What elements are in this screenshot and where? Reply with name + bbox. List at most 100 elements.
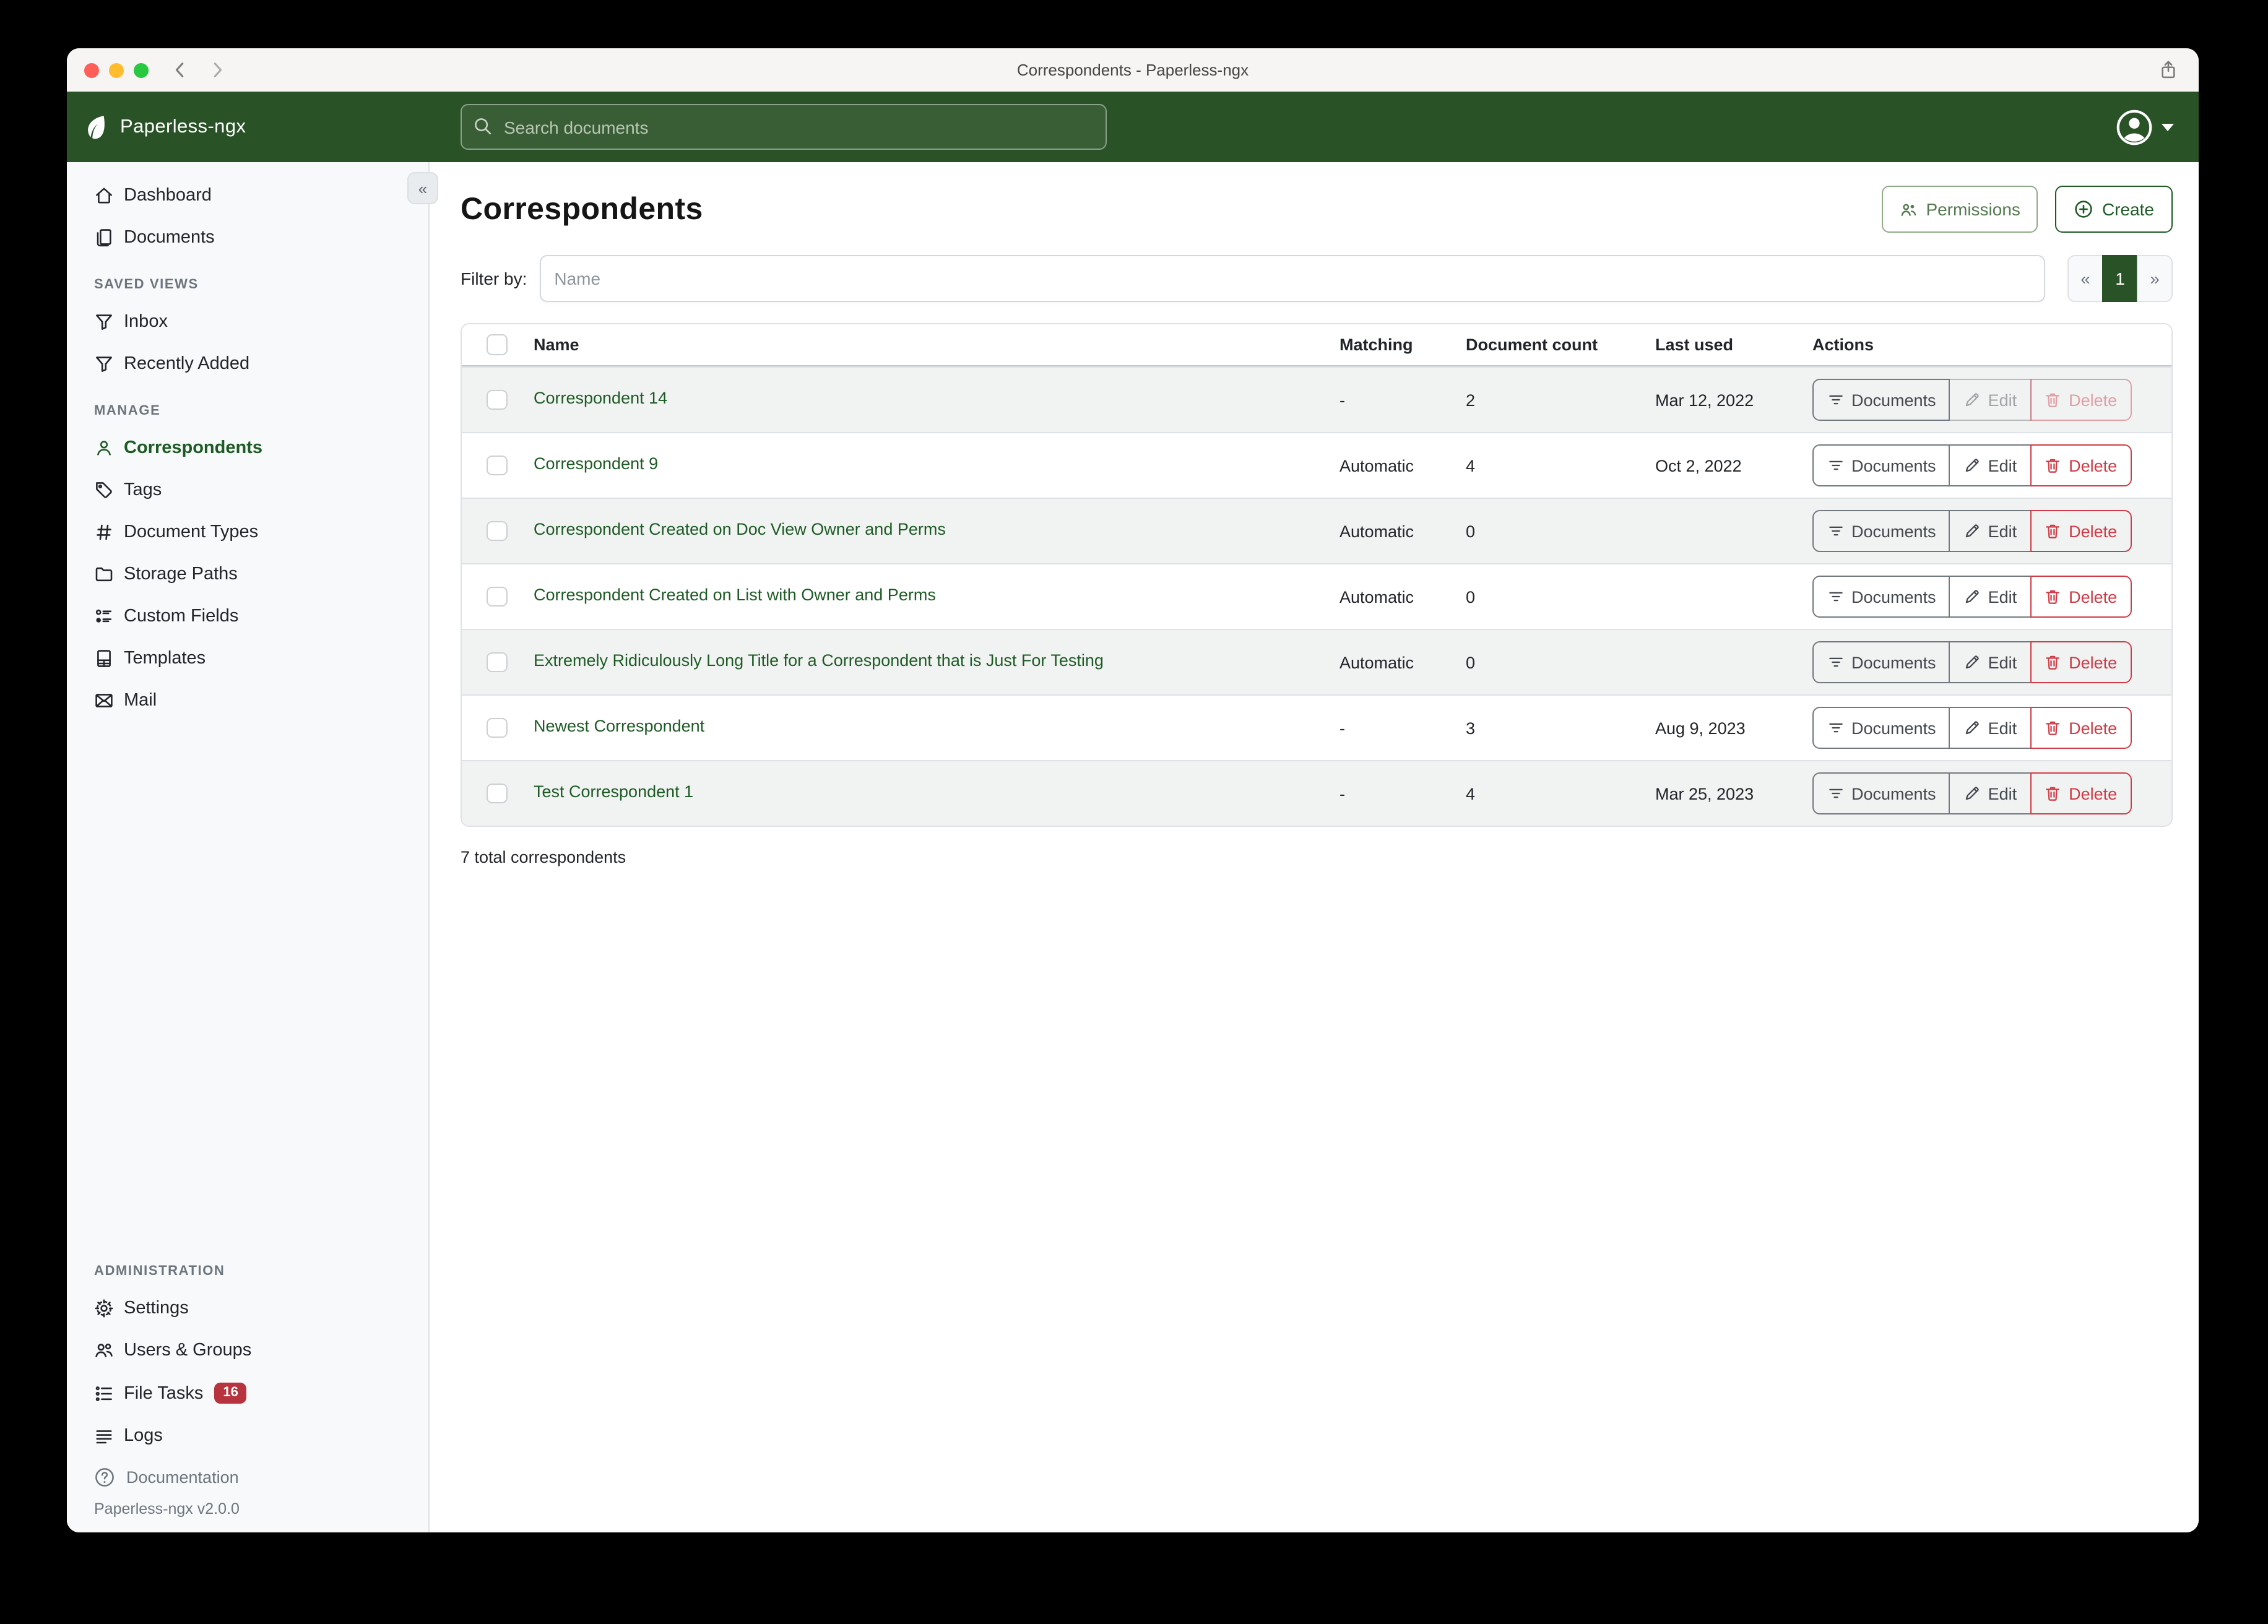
sidebar-spacer	[67, 722, 428, 1245]
last-used-cell: Mar 12, 2022	[1655, 391, 1812, 409]
logs-icon	[94, 1426, 114, 1446]
correspondent-name-link[interactable]: Test Correspondent 1	[534, 782, 693, 801]
search-input[interactable]	[461, 104, 1107, 150]
documents-button[interactable]: Documents	[1812, 707, 1950, 749]
documents-button[interactable]: Documents	[1812, 641, 1950, 683]
sidebar-item-tags[interactable]: Tags	[67, 469, 428, 511]
correspondent-name-link[interactable]: Correspondent Created on List with Owner…	[534, 585, 936, 604]
edit-button[interactable]: Edit	[1949, 641, 2032, 683]
filter-lines-icon	[1827, 654, 1844, 671]
back-button[interactable]	[171, 61, 189, 79]
pagination: « 1 »	[2067, 255, 2173, 302]
pagination-next-button[interactable]: »	[2137, 255, 2173, 302]
permissions-button[interactable]: Permissions	[1881, 186, 2038, 233]
delete-button[interactable]: Delete	[2030, 772, 2131, 814]
manage-heading: MANAGE	[67, 385, 428, 427]
zoom-button[interactable]	[134, 63, 149, 77]
sidebar-item-correspondents[interactable]: Correspondents	[67, 427, 428, 469]
pencil-icon	[1963, 391, 1981, 408]
sidebar-item-custom-fields[interactable]: Custom Fields	[67, 595, 428, 637]
row-checkbox[interactable]	[487, 587, 507, 607]
filter-lines-icon	[1827, 719, 1844, 736]
correspondent-name-link[interactable]: Correspondent 14	[534, 389, 667, 407]
sidebar-item-logs[interactable]: Logs	[67, 1415, 428, 1457]
pencil-icon	[1963, 522, 1981, 540]
sidebar-item-recently-added[interactable]: Recently Added	[67, 343, 428, 385]
select-all-checkbox[interactable]	[487, 335, 507, 355]
row-checkbox[interactable]	[487, 390, 507, 410]
file-tasks-count-badge: 16	[214, 1383, 247, 1404]
sidebar-item-file-tasks[interactable]: File Tasks 16	[67, 1371, 428, 1415]
edit-button[interactable]: Edit	[1949, 772, 2032, 814]
pencil-icon	[1963, 654, 1981, 671]
sidebar-item-templates[interactable]: Templates	[67, 637, 428, 680]
last-used-cell: Aug 9, 2023	[1655, 719, 1812, 737]
sidebar-item-dashboard[interactable]: Dashboard	[67, 175, 428, 217]
document-count-cell: 0	[1466, 653, 1655, 672]
correspondent-name-link[interactable]: Extremely Ridiculously Long Title for a …	[534, 651, 1104, 670]
sidebar-item-documents[interactable]: Documents	[67, 217, 428, 259]
close-button[interactable]	[84, 63, 99, 77]
matching-cell: -	[1340, 391, 1466, 409]
pagination-page-1-button[interactable]: 1	[2102, 255, 2138, 302]
filter-lines-icon	[1827, 522, 1844, 540]
pencil-icon	[1963, 457, 1981, 474]
screen: Correspondents - Paperless-ngx Paperless…	[0, 0, 2268, 1624]
documents-button[interactable]: Documents	[1812, 772, 1950, 814]
table-header-row: Name Matching Document count Last used A…	[462, 324, 2171, 366]
row-checkbox[interactable]	[487, 652, 507, 673]
documentation-link[interactable]: Documentation	[67, 1457, 428, 1493]
pagination-prev-button[interactable]: «	[2067, 255, 2103, 302]
sidebar-item-users-groups[interactable]: Users & Groups	[67, 1329, 428, 1371]
correspondent-name-link[interactable]: Correspondent 9	[534, 454, 658, 473]
delete-button[interactable]: Delete	[2030, 510, 2131, 552]
documents-button[interactable]: Documents	[1812, 576, 1950, 618]
edit-button[interactable]: Edit	[1949, 576, 2032, 618]
edit-button[interactable]: Edit	[1949, 707, 2032, 749]
delete-button[interactable]: Delete	[2030, 641, 2131, 683]
column-header-actions: Actions	[1812, 335, 2171, 354]
row-checkbox[interactable]	[487, 521, 507, 542]
correspondent-name-link[interactable]: Newest Correspondent	[534, 717, 704, 735]
matching-cell: Automatic	[1340, 522, 1466, 540]
matching-cell: Automatic	[1340, 653, 1466, 672]
app-header: Paperless-ngx	[67, 92, 2199, 162]
sidebar-item-settings[interactable]: Settings	[67, 1287, 428, 1329]
documents-button[interactable]: Documents	[1812, 444, 1950, 486]
delete-button[interactable]: Delete	[2030, 576, 2131, 618]
gear-icon	[94, 1298, 114, 1318]
sidebar-collapse-button[interactable]: «	[407, 172, 438, 204]
row-checkbox[interactable]	[487, 718, 507, 738]
minimize-button[interactable]	[109, 63, 124, 77]
matching-cell: Automatic	[1340, 456, 1466, 475]
sidebar: « Dashboard Documents SAVED VIEWS Inbox …	[67, 162, 430, 1532]
share-icon[interactable]	[2158, 59, 2179, 80]
delete-button[interactable]: Delete	[2030, 444, 2131, 486]
delete-button[interactable]: Delete	[2030, 707, 2131, 749]
row-checkbox[interactable]	[487, 456, 507, 476]
titlebar: Correspondents - Paperless-ngx	[67, 48, 2199, 92]
brand[interactable]: Paperless-ngx	[67, 114, 446, 140]
last-used-cell: Oct 2, 2022	[1655, 456, 1812, 475]
sidebar-item-mail[interactable]: Mail	[67, 680, 428, 722]
filter-name-input[interactable]	[539, 255, 2045, 302]
user-avatar-icon	[2116, 108, 2153, 145]
page-title: Correspondents	[461, 191, 703, 227]
filter-lines-icon	[1827, 457, 1844, 474]
trash-icon	[2044, 785, 2061, 802]
documents-button[interactable]: Documents	[1812, 510, 1950, 552]
user-menu[interactable]	[2116, 108, 2174, 145]
row-checkbox[interactable]	[487, 784, 507, 804]
create-button[interactable]: Create	[2055, 186, 2173, 233]
sidebar-item-inbox[interactable]: Inbox	[67, 301, 428, 343]
correspondent-name-link[interactable]: Correspondent Created on Doc View Owner …	[534, 520, 946, 538]
last-used-cell: Mar 25, 2023	[1655, 784, 1812, 803]
pencil-icon	[1963, 785, 1981, 802]
table-row: Extremely Ridiculously Long Title for a …	[462, 629, 2171, 694]
sidebar-item-document-types[interactable]: Document Types	[67, 511, 428, 553]
edit-button[interactable]: Edit	[1949, 510, 2032, 552]
forward-button[interactable]	[208, 61, 227, 79]
edit-button[interactable]: Edit	[1949, 444, 2032, 486]
sidebar-item-storage-paths[interactable]: Storage Paths	[67, 553, 428, 595]
documents-button[interactable]: Documents	[1812, 379, 1950, 421]
